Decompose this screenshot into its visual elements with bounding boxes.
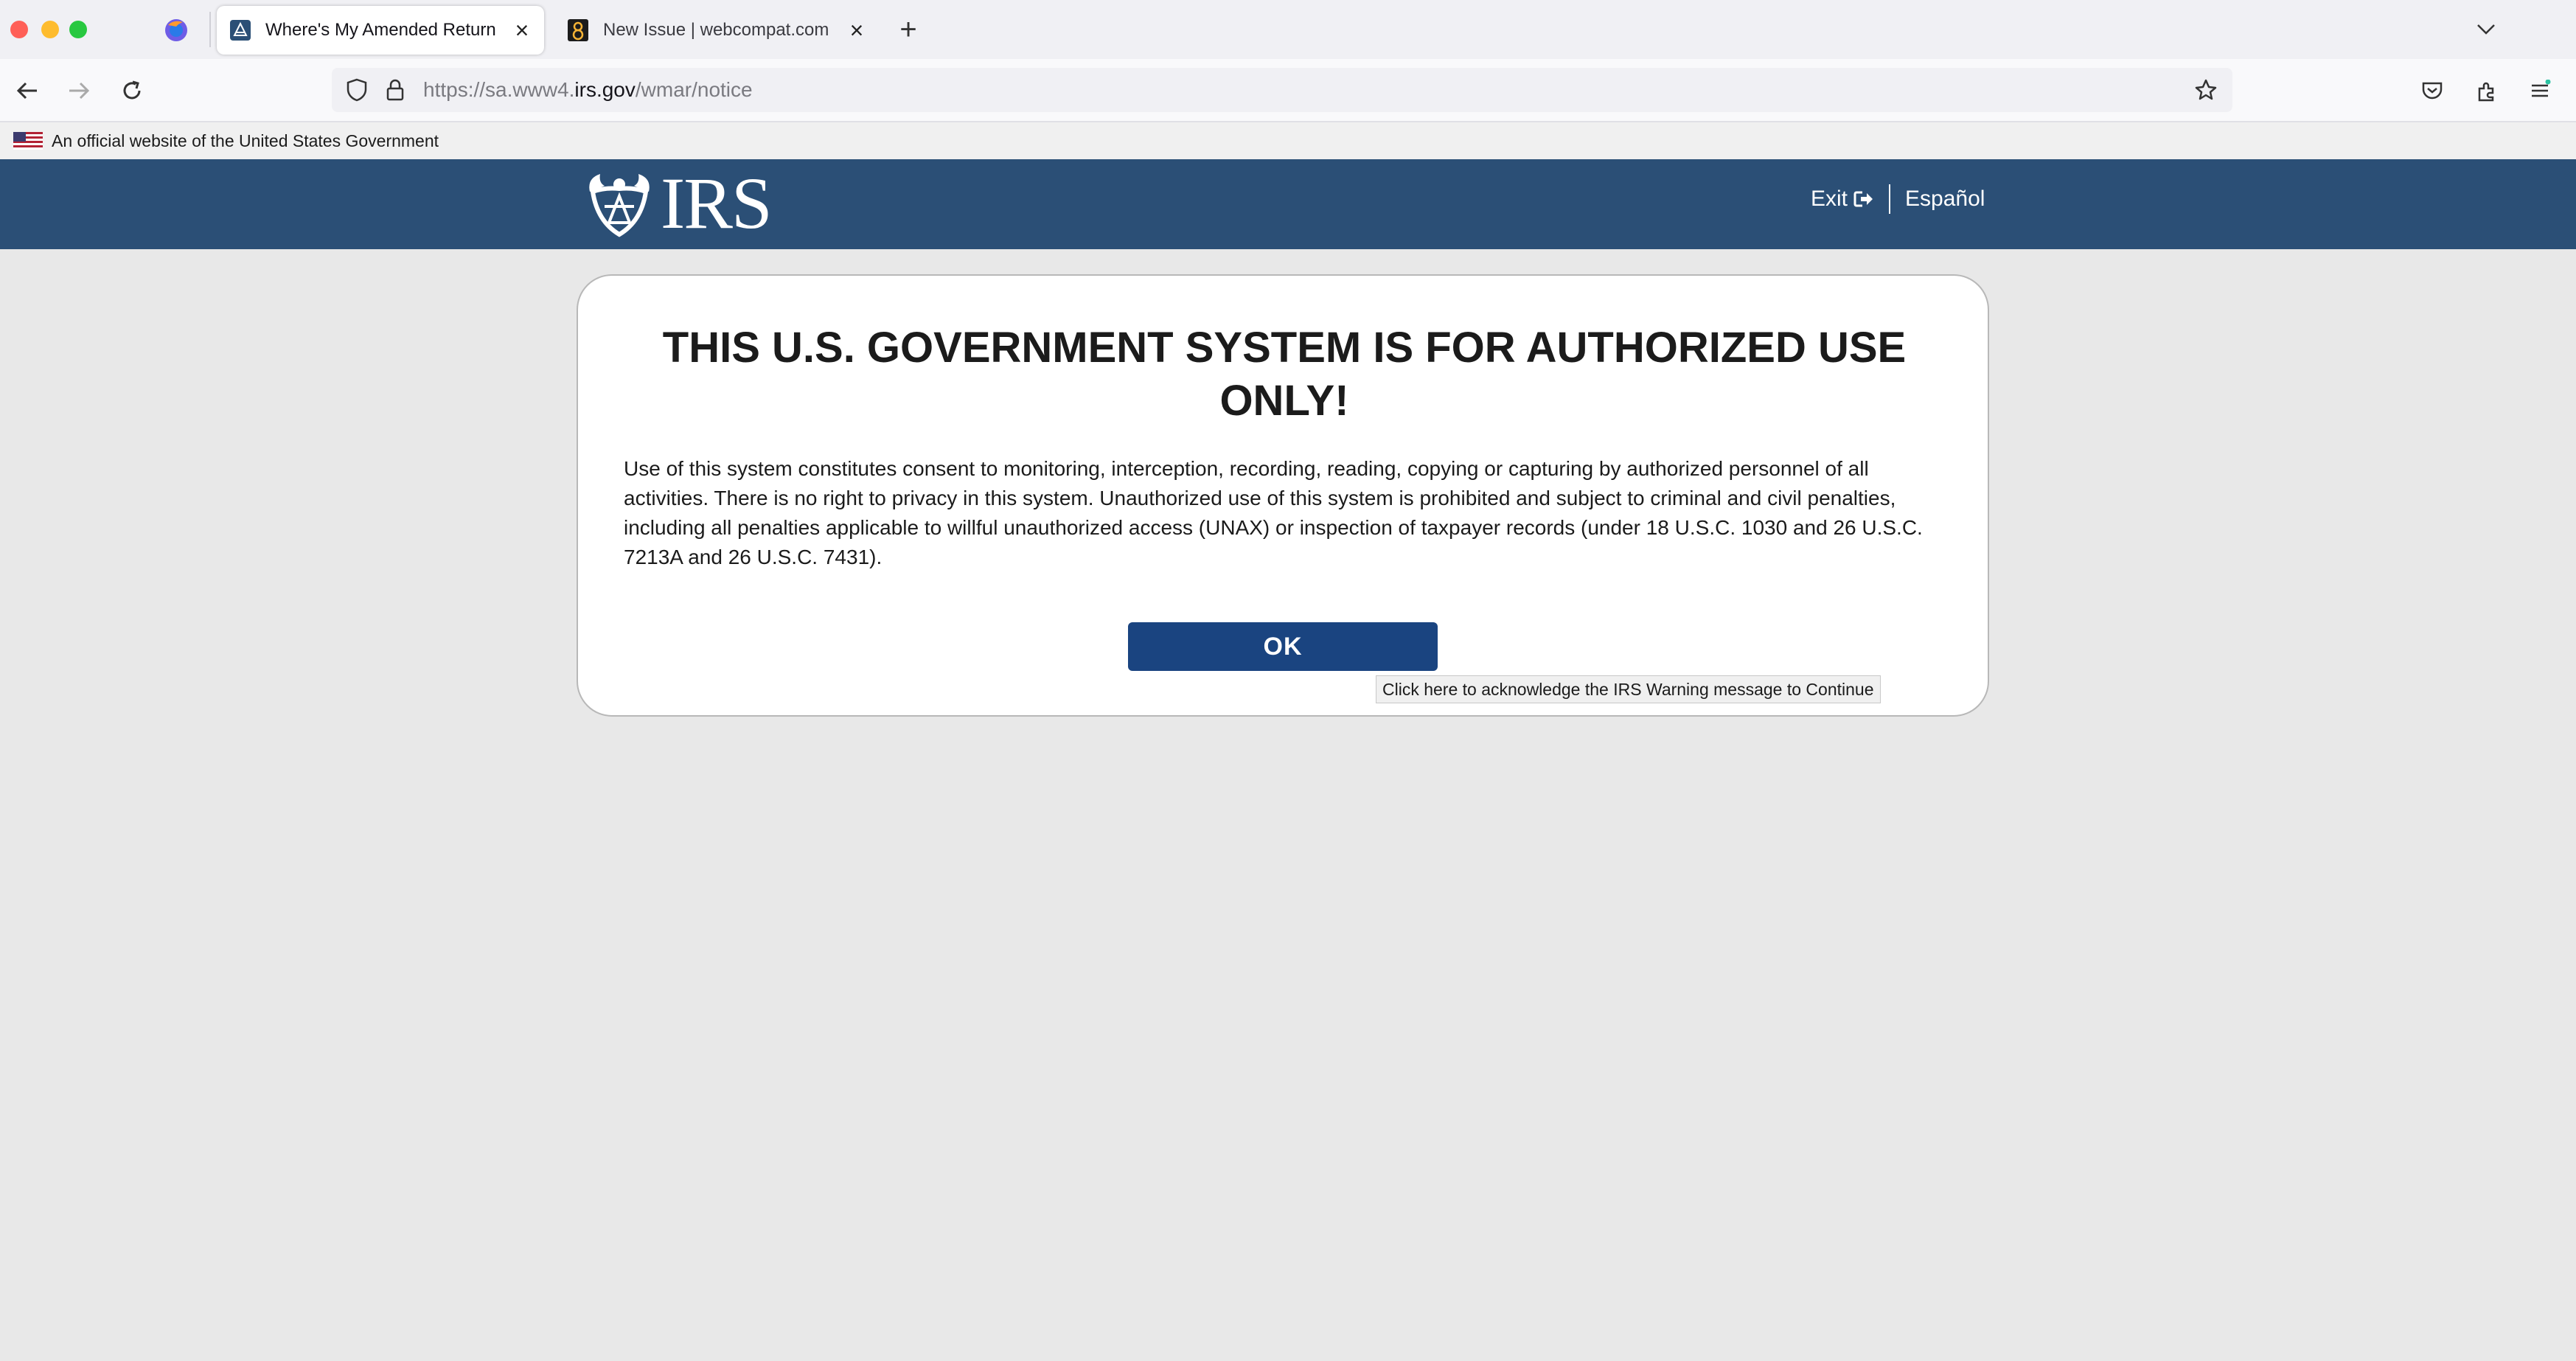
close-tab-icon[interactable]: × [842,15,871,45]
minimize-window-button[interactable] [41,21,59,38]
url-text[interactable]: https://sa.www4.irs.gov/wmar/notice [423,78,2191,102]
extensions-icon[interactable] [2470,74,2504,108]
chevron-down-icon[interactable] [2470,13,2502,46]
reload-icon[interactable] [115,74,149,108]
back-arrow-icon[interactable] [10,74,44,108]
tab-title: New Issue | webcompat.com [603,20,829,40]
navigation-toolbar: https://sa.www4.irs.gov/wmar/notice [0,59,2576,122]
tab-title: Where's My Amended Return [265,20,496,40]
lock-icon[interactable] [383,77,407,103]
exit-label: Exit [1811,187,1848,211]
header-divider [1889,184,1891,214]
irs-logo-text: IRS [661,162,773,244]
close-tab-icon[interactable]: × [507,15,537,45]
webcompat-icon [566,18,590,42]
browser-tab-strip: Where's My Amended Return × New Issue | … [0,0,2576,59]
exit-icon [1853,191,1873,207]
ok-button[interactable]: OK [1128,622,1438,671]
irs-seal-icon [229,18,252,42]
irs-eagle-seal-icon [589,174,650,237]
maximize-window-button[interactable] [69,21,87,38]
tab-separator [209,12,211,47]
firefox-view-icon[interactable] [164,18,189,43]
irs-header: IRS Exit Español [0,159,2576,249]
bookmark-star-icon[interactable] [2191,75,2221,105]
tab-wmar[interactable]: Where's My Amended Return × [217,6,544,55]
ok-button-tooltip: Click here to acknowledge the IRS Warnin… [1376,675,1881,703]
tracking-protection-shield-icon[interactable] [344,77,370,103]
irs-logo[interactable]: IRS [582,162,773,244]
exit-link[interactable]: Exit [1811,187,1874,212]
notice-body: Use of this system constitutes consent t… [624,457,1923,568]
pocket-icon[interactable] [2415,74,2449,108]
official-gov-banner: An official website of the United States… [0,122,2576,159]
notice-title: THIS U.S. GOVERNMENT SYSTEM IS FOR AUTHO… [662,324,1907,425]
close-window-button[interactable] [10,21,28,38]
espanol-link[interactable]: Español [1905,187,1985,212]
tab-webcompat[interactable]: New Issue | webcompat.com × [554,6,879,55]
menu-icon[interactable] [2523,74,2557,108]
new-tab-button[interactable]: + [892,13,925,46]
forward-arrow-icon[interactable] [62,74,96,108]
gov-banner-text: An official website of the United States… [52,130,439,150]
warning-notice-card: THIS U.S. GOVERNMENT SYSTEM IS FOR AUTHO… [577,274,1989,717]
us-flag-icon [13,132,43,150]
address-bar[interactable]: https://sa.www4.irs.gov/wmar/notice [332,68,2232,112]
